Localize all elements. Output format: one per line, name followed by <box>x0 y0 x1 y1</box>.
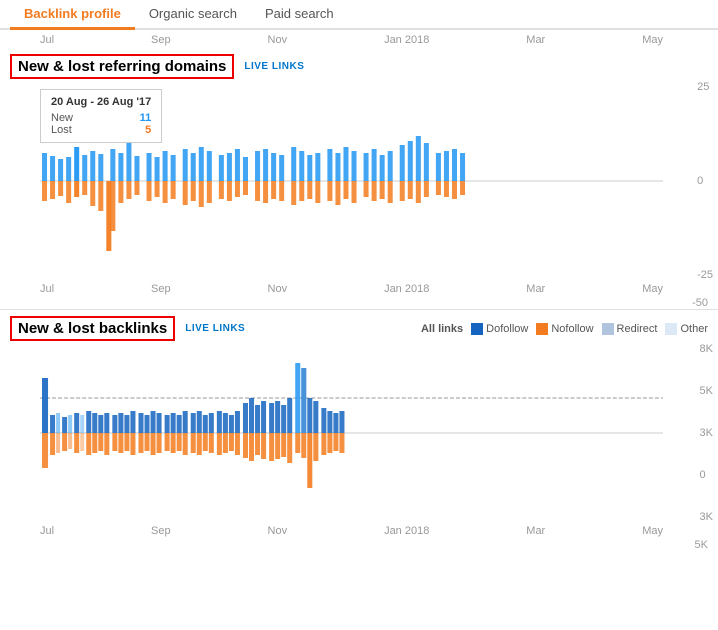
chart1-tooltip: 20 Aug - 26 Aug '17 New 11 Lost 5 <box>40 89 162 143</box>
chart2-live-links-badge[interactable]: LIVE LINKS <box>185 323 245 334</box>
legend-nofollow: Nofollow <box>536 323 593 335</box>
top-x-axis: Jul Sep Nov Jan 2018 Mar May <box>0 30 718 48</box>
chart2-y-axis: 8K 5K 3K 0 3K <box>700 343 713 523</box>
chart2-svg <box>40 343 663 523</box>
chart2-section: New & lost backlinks LIVE LINKS All link… <box>0 310 718 523</box>
chart1-y-axis: 25 0 -25 <box>697 81 713 281</box>
legend-redirect: Redirect <box>602 323 658 335</box>
chart2-header: New & lost backlinks LIVE LINKS All link… <box>0 310 718 343</box>
tab-paid-search[interactable]: Paid search <box>251 0 348 30</box>
tab-organic-search[interactable]: Organic search <box>135 0 251 30</box>
chart2-legend: All links Dofollow Nofollow Redirect Oth… <box>421 323 708 335</box>
legend-dofollow: Dofollow <box>471 323 528 335</box>
chart1-area: 20 Aug - 26 Aug '17 New 11 Lost 5 25 0 -… <box>40 81 663 281</box>
chart1-bottom-right-label: -50 <box>0 297 718 309</box>
chart2-title: New & lost backlinks <box>10 316 175 341</box>
chart2-bottom-right-label: 5K <box>0 539 718 551</box>
chart1-section: New & lost referring domains LIVE LINKS … <box>0 48 718 281</box>
tabs-bar: Backlink profile Organic search Paid sea… <box>0 0 718 30</box>
chart1-live-links-badge[interactable]: LIVE LINKS <box>244 61 304 72</box>
chart1-header: New & lost referring domains LIVE LINKS <box>0 48 718 81</box>
chart1-title: New & lost referring domains <box>10 54 234 79</box>
legend-other: Other <box>665 323 708 335</box>
tab-backlink-profile[interactable]: Backlink profile <box>10 0 135 30</box>
chart2-area: 8K 5K 3K 0 3K <box>40 343 663 523</box>
